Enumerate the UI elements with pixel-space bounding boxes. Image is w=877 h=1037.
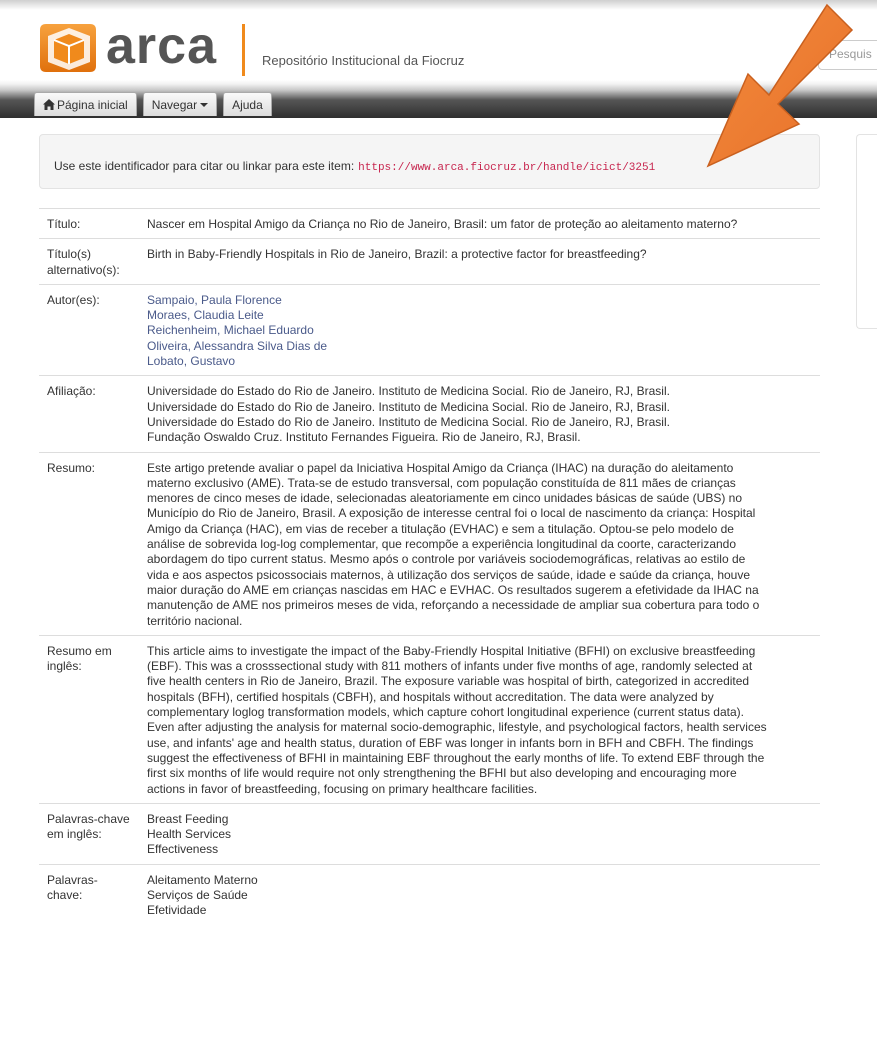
metadata-line: Aleitamento Materno	[147, 872, 258, 887]
nav-help-label: Ajuda	[232, 98, 263, 112]
author-link[interactable]: Oliveira, Alessandra Silva Dias de	[147, 339, 814, 354]
metadata-line: Nascer em Hospital Amigo da Criança no R…	[147, 217, 738, 231]
metadata-line: Effectiveness	[147, 842, 219, 857]
metadata-row-palavras-chave: Palavras-chave: Aleitamento Materno Serviç…	[39, 864, 820, 924]
metadata-line: Município do Rio de Janeiro, Brasil. A e…	[147, 506, 756, 521]
metadata-line: first six months of life would require n…	[147, 766, 737, 781]
metadata-value: Nascer em Hospital Amigo da Criança no R…	[139, 209, 820, 239]
metadata-value: Breast Feeding Health Services Effectivene…	[139, 803, 820, 864]
author-link[interactable]: Lobato, Gustavo	[147, 354, 814, 369]
metadata-line: Breast Feeding	[147, 811, 229, 826]
metadata-line: This article aims to investigate the imp…	[147, 643, 756, 658]
metadata-row-afiliacao: Afiliação: Universidade do Estado do Rio …	[39, 375, 820, 452]
metadata-value: Sampaio, Paula Florence Moraes, Claudia L…	[139, 284, 820, 375]
metadata-label: Palavras-chave em inglês:	[47, 811, 130, 842]
metadata-line: Universidade do Estado do Rio de Janeiro…	[147, 414, 670, 429]
metadata-line: Birth in Baby-Friendly Hospitals in Rio …	[147, 247, 647, 262]
citation-text: Use este identificador para citar ou lin…	[54, 159, 355, 173]
metadata-label: Título:	[47, 217, 81, 231]
main-nav: Página inicial Navegar Ajuda	[34, 92, 272, 116]
metadata-line: Health Services	[147, 827, 232, 842]
metadata-line: território nacional.	[147, 613, 243, 628]
metadata-label: Palavras-chave:	[47, 872, 98, 902]
metadata-line: Fundação Oswaldo Cruz. Instituto Fernand…	[147, 430, 581, 445]
item-metadata-table: Título: Nascer em Hospital Amigo da Crian…	[39, 208, 820, 925]
metadata-line: Serviços de Saúde	[147, 887, 248, 902]
citation-url[interactable]: https://www.arca.fiocruz.br/handle/icict…	[358, 162, 655, 174]
metadata-line: Este artigo pretende avaliar o papel da …	[147, 460, 734, 475]
author-link[interactable]: Sampaio, Paula Florence	[147, 293, 814, 308]
metadata-line: Universidade do Estado do Rio de Janeiro…	[147, 384, 670, 399]
metadata-line: suggest the effectiveness of BFHI in mai…	[147, 750, 765, 765]
metadata-label: Afiliação:	[47, 384, 96, 399]
metadata-line: complementary loglog transformation mode…	[147, 705, 744, 720]
repository-title: Repositório Institucional da Fiocruz	[262, 53, 465, 68]
metadata-row-autor-es: Autor(es): Sampaio, Paula Florence Moraes,…	[39, 284, 820, 375]
metadata-label: Resumo:	[47, 460, 96, 475]
metadata-line: menores de cinco meses de idade, selecio…	[147, 491, 743, 506]
metadata-value: Aleitamento Materno Serviços de Saúde Efet…	[139, 864, 820, 924]
orange-arrow-icon	[706, 3, 854, 168]
author-link[interactable]: Moraes, Claudia Leite	[147, 308, 814, 323]
metadata-line: actions in favor of breastfeeding, focus…	[147, 781, 538, 796]
metadata-line: Amigo da Criança (HAC), em vias de receb…	[147, 521, 734, 536]
metadata-row-titulo: Título: Nascer em Hospital Amigo da Crian…	[39, 208, 820, 239]
metadata-value: This article aims to investigate the imp…	[139, 635, 820, 803]
nav-help[interactable]: Ajuda	[223, 92, 272, 116]
metadata-line: análise de sobrevida log-log complementa…	[147, 537, 737, 552]
nav-browse-label: Navegar	[151, 98, 198, 112]
metadata-row-resumo: Resumo: Este artigo pretende avaliar o pa…	[39, 452, 820, 635]
metadata-line: Efetividade	[147, 903, 207, 918]
author-link[interactable]: Reichenheim, Michael Eduardo	[147, 323, 814, 338]
metadata-label: Título(s) alternativo(s):	[47, 247, 120, 277]
metadata-value: Universidade do Estado do Rio de Janeiro…	[139, 376, 820, 452]
metadata-line: vida e aos aspectos psicossociais matern…	[147, 567, 751, 582]
metadata-label: Resumo em inglês:	[47, 643, 112, 674]
logo-divider	[242, 24, 245, 76]
home-icon	[43, 99, 55, 110]
nav-home[interactable]: Página inicial	[34, 92, 137, 116]
metadata-row-resumo-em-ingles: Resumo em inglês: This article aims to in…	[39, 635, 820, 803]
metadata-value: Birth in Baby-Friendly Hospitals in Rio …	[139, 239, 820, 285]
nav-home-label: Página inicial	[57, 98, 128, 112]
metadata-line: use, and infants' age and health status,…	[147, 735, 754, 750]
metadata-value: Este artigo pretende avaliar o papel da …	[139, 452, 820, 635]
metadata-line: materno exclusivo (AME). Trata-se de est…	[147, 475, 736, 490]
metadata-label: Autor(es):	[47, 292, 100, 307]
metadata-line: five health centers in Rio de Janeiro, B…	[147, 674, 750, 689]
metadata-line: manutenção de AME nos primeiros meses de…	[147, 598, 760, 613]
caret-down-icon	[200, 103, 209, 107]
nav-browse-dropdown[interactable]: Navegar	[142, 92, 218, 116]
metadata-line: Universidade do Estado do Rio de Janeiro…	[147, 399, 670, 414]
metadata-line: maior duração do AME em crianças nascida…	[147, 582, 759, 597]
metadata-line: abordagem do tipo current status. Mesmo …	[147, 552, 746, 567]
metadata-line: hospitals (BFH), certified hospitals (CB…	[147, 689, 714, 704]
arca-logo-icon[interactable]	[40, 22, 98, 74]
metadata-line: Even after adjusting the analysis for ma…	[147, 720, 767, 735]
logo-wordmark[interactable]: arca	[106, 16, 217, 76]
metadata-line: (EBF). This was a crosssectional study w…	[147, 659, 753, 674]
metadata-row-titulo-s-alternativo-s: Título(s) alternativo(s): Birth in Baby-F…	[39, 238, 820, 285]
metadata-row-palavras-chave-em-ingles: Palavras-chave em inglês: Breast Feeding H…	[39, 803, 820, 864]
